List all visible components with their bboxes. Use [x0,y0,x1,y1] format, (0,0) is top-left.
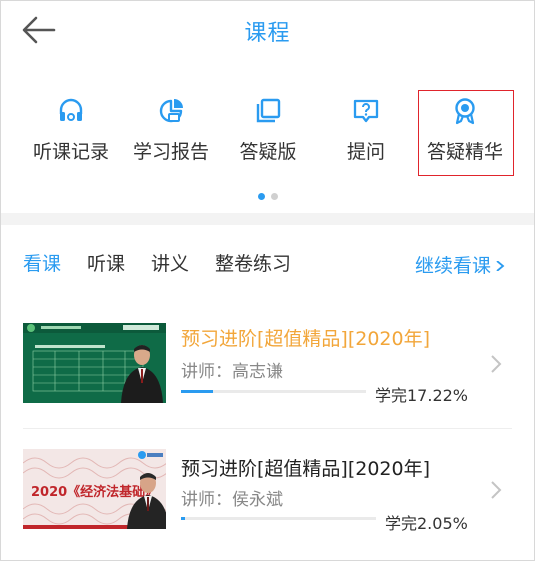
chevron-right-icon [491,481,502,499]
course-title: 预习进阶[超值精品][2020年] [181,328,431,350]
page-dot-active[interactable] [257,193,265,200]
award-medal-icon [455,98,475,125]
list-divider [23,428,512,429]
func-ask-question[interactable]: 提问 [316,89,416,177]
course-thumbnail [23,323,166,403]
lecture-video-thumbnail: 2020《经济法基础》 [23,449,166,529]
func-qa-board[interactable]: 答疑版 [218,89,318,177]
progress-text: 学完17.22% [375,386,469,405]
func-listen-record[interactable]: 听课记录 [21,89,121,177]
function-grid: 听课记录 学习报告 答疑版 提问 答疑精华 [1,89,534,179]
app-frame: 课程 听课记录 学习报告 答疑版 提问 答疑精华 看课 听课 讲义 整卷练习 继… [0,0,535,561]
book-layers-icon [256,98,281,123]
progress-bar [181,517,376,520]
thumbnail-caption: 2020《经济法基础》 [31,484,158,500]
func-label: 学习报告 [132,141,209,163]
question-chat-icon [353,99,379,123]
func-label: 提问 [346,141,385,163]
chevron-right-icon [491,355,502,373]
pie-chart-icon [159,99,183,123]
course-item[interactable]: 预习进阶[超值精品][2020年] 讲师：高志谦 学完17.22% [1,311,534,421]
tab-listen[interactable]: 听课 [87,249,125,276]
tab-watch[interactable]: 看课 [23,249,61,276]
func-label: 听课记录 [32,141,109,163]
progress-bar [181,390,366,393]
progress-bar-fill [181,390,213,393]
section-divider [1,213,534,225]
func-label: 答疑版 [239,141,297,163]
page-indicator [1,185,534,200]
page-title: 课程 [244,21,291,46]
tab-full-practice[interactable]: 整卷练习 [215,249,291,276]
course-teacher: 讲师：高志谦 [181,362,283,382]
progress-bar-fill [181,517,185,520]
continue-watching-link[interactable]: 继续看课 [415,251,505,278]
page-dot[interactable] [270,193,278,200]
header: 课程 [1,1,534,59]
tab-handout[interactable]: 讲义 [151,249,189,276]
func-label: 答疑精华 [426,141,503,163]
headphones-icon [59,98,83,121]
course-title: 预习进阶[超值精品][2020年] [181,458,431,480]
course-thumbnail: 2020《经济法基础》 [23,449,166,529]
chevron-right-icon [496,261,505,271]
func-study-report[interactable]: 学习报告 [121,89,221,177]
lecture-video-thumbnail [23,323,166,403]
continue-label: 继续看课 [415,255,492,277]
course-item[interactable]: 2020《经济法基础》 预习进阶[超值精品][2020年] 讲师：侯永斌 学完2… [1,437,534,547]
course-teacher: 讲师：侯永斌 [181,490,283,510]
progress-text: 学完2.05% [385,514,468,533]
func-qa-essence[interactable]: 答疑精华 [415,89,515,177]
